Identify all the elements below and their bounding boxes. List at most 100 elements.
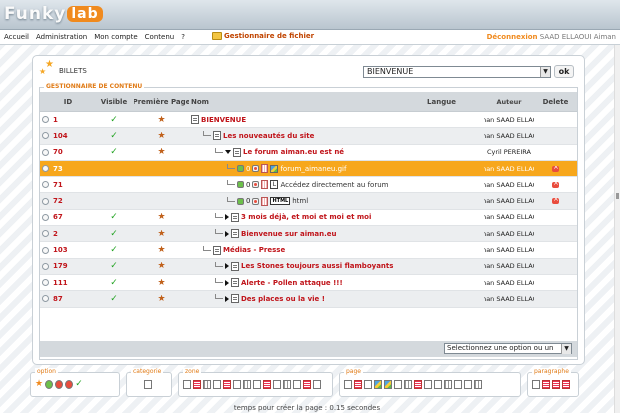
cell-visible[interactable]: ✓ <box>94 115 134 125</box>
doc-icon[interactable] <box>231 212 239 222</box>
chevron-down-icon[interactable]: ▼ <box>561 344 571 354</box>
star-outline-icon[interactable]: ★ <box>35 380 43 389</box>
row-title[interactable]: Des places ou la vie ! <box>241 295 325 303</box>
page-video-icon[interactable] <box>434 380 442 389</box>
expand-right-icon[interactable] <box>225 295 229 302</box>
zone-blank-icon[interactable] <box>183 380 191 389</box>
doc-icon[interactable] <box>213 131 221 141</box>
check-icon[interactable]: ✓ <box>110 115 118 125</box>
expand-right-icon[interactable] <box>225 263 229 270</box>
link-icon[interactable]: L <box>270 180 279 190</box>
header-langue[interactable]: Langue <box>399 98 484 106</box>
star-icon[interactable]: ★ <box>157 213 165 221</box>
nav-accueil[interactable]: Accueil <box>4 33 29 41</box>
page-doc-icon[interactable] <box>344 380 352 389</box>
cell-visible[interactable]: ✓ <box>94 278 134 288</box>
row-radio[interactable] <box>42 148 49 156</box>
page-flash-icon[interactable] <box>384 380 392 389</box>
row-radio[interactable] <box>42 262 49 270</box>
cell-visible[interactable]: ✓ <box>94 245 134 255</box>
doc-icon[interactable] <box>231 261 239 271</box>
cell-visible[interactable]: ✓ <box>94 261 134 271</box>
star-icon[interactable]: ★ <box>157 132 165 140</box>
row-title[interactable]: Les Stones toujours aussi flamboyants <box>241 262 393 270</box>
move-up-icon[interactable] <box>237 165 244 173</box>
paragraph-style1-icon[interactable] <box>542 380 550 389</box>
row-title[interactable]: forum_aimaneu.gif <box>280 165 346 173</box>
nav-contenu[interactable]: Contenu <box>145 33 175 41</box>
delete-icon[interactable] <box>552 165 559 172</box>
cell-premiere-page[interactable]: ★ <box>134 246 189 254</box>
doc-icon[interactable] <box>231 229 239 239</box>
table-row[interactable]: 71 0 LAccédez directement au forum Aiman SA… <box>40 177 577 194</box>
zone-icon[interactable] <box>261 164 269 174</box>
cell-premiere-page[interactable]: ★ <box>134 262 189 270</box>
check-icon[interactable]: ✓ <box>75 380 83 389</box>
file-manager-link[interactable]: Gestionnaire de fichier <box>212 32 314 40</box>
cell-visible[interactable]: ✓ <box>94 294 134 304</box>
star-icon[interactable]: ★ <box>157 246 165 254</box>
doc-icon[interactable] <box>233 147 241 157</box>
table-row[interactable]: 67 ✓ ★ 3 mois déjà, et moi et moi et moi Aim… <box>40 209 577 227</box>
table-row[interactable]: 73 0 forum_aimaneu.gif Aiman SAAD ELLAOUI <box>40 160 577 178</box>
expand-down-icon[interactable] <box>225 150 231 155</box>
zone-doc3-icon[interactable] <box>253 380 261 389</box>
check-icon[interactable]: ✓ <box>110 131 118 141</box>
html-icon[interactable]: HTML <box>270 197 291 206</box>
scrollbar-grip[interactable] <box>616 193 619 199</box>
expand-right-icon[interactable] <box>225 230 229 237</box>
zone-icon[interactable] <box>261 196 269 206</box>
row-title[interactable]: html <box>292 197 308 205</box>
header-auteur[interactable]: Auteur <box>484 98 534 106</box>
doc-icon[interactable] <box>231 294 239 304</box>
check-icon[interactable]: ✓ <box>110 212 118 222</box>
table-row[interactable]: 72 0 HTMLhtml Aiman SAAD ELLAOUI <box>40 193 577 210</box>
billet-select[interactable]: BIENVENUE ▼ <box>363 66 551 78</box>
delete-icon[interactable] <box>552 181 559 188</box>
star-icon[interactable]: ★ <box>157 279 165 287</box>
zone-doc6-icon[interactable] <box>313 380 321 389</box>
row-title[interactable]: Médias - Presse <box>223 246 285 254</box>
nav-administration[interactable]: Administration <box>36 33 87 41</box>
expand-right-icon[interactable] <box>225 214 229 221</box>
row-radio[interactable] <box>42 213 49 221</box>
zone-red3-icon[interactable] <box>303 380 311 389</box>
row-title[interactable]: Les nouveautés du site <box>223 132 314 140</box>
chevron-down-icon[interactable]: ▼ <box>540 67 550 77</box>
zone-doc-icon[interactable] <box>213 380 221 389</box>
cell-visible[interactable]: ✓ <box>94 131 134 141</box>
star-icon[interactable]: ★ <box>157 295 165 303</box>
table-row[interactable]: 70 ✓ ★ Le forum aiman.eu est né Cyril PEREIR… <box>40 144 577 161</box>
page-form-icon[interactable] <box>454 380 462 389</box>
add-icon[interactable] <box>45 380 53 389</box>
zone-grid2-icon[interactable] <box>243 380 251 389</box>
paragraph-text-icon[interactable] <box>532 380 540 389</box>
zone-grid-icon[interactable] <box>203 380 211 389</box>
header-premiere-page[interactable]: Première Page <box>134 98 189 106</box>
table-row[interactable]: 1 ✓ ★ BIENVENUE Aiman SAAD ELLAOUI <box>40 112 577 129</box>
category-doc-icon[interactable] <box>144 380 152 389</box>
image-icon[interactable] <box>270 164 279 173</box>
zone-icon[interactable] <box>261 180 269 190</box>
page-text-icon[interactable] <box>474 380 482 389</box>
row-title[interactable]: 3 mois déjà, et moi et moi et moi <box>241 213 371 221</box>
cell-visible[interactable]: ✓ <box>94 147 134 157</box>
star-icon[interactable]: ★ <box>157 230 165 238</box>
cell-premiere-page[interactable]: ★ <box>134 230 189 238</box>
vertical-scrollbar[interactable] <box>614 45 620 413</box>
row-title[interactable]: Accédez directement au forum <box>280 181 388 189</box>
action-select[interactable]: Selectionnez une option ou un ▼ <box>444 343 572 354</box>
cell-premiere-page[interactable]: ★ <box>134 116 189 124</box>
table-row[interactable]: 87 ✓ ★ Des places ou la vie ! Aiman SAAD ELL… <box>40 291 577 308</box>
row-radio[interactable] <box>42 295 49 303</box>
star-icon[interactable]: ★ <box>157 262 165 270</box>
page-image-icon[interactable] <box>374 380 382 389</box>
nav-mon-compte[interactable]: Mon compte <box>94 33 137 41</box>
table-row[interactable]: 179 ✓ ★ Les Stones toujours aussi flamboyan… <box>40 258 577 275</box>
paragraph-style3-icon[interactable] <box>562 380 570 389</box>
row-radio[interactable] <box>42 132 49 140</box>
cell-premiere-page[interactable]: ★ <box>134 279 189 287</box>
row-title[interactable]: BIENVENUE <box>201 116 246 124</box>
header-visible[interactable]: Visible <box>94 98 134 106</box>
page-file-icon[interactable] <box>414 380 422 389</box>
